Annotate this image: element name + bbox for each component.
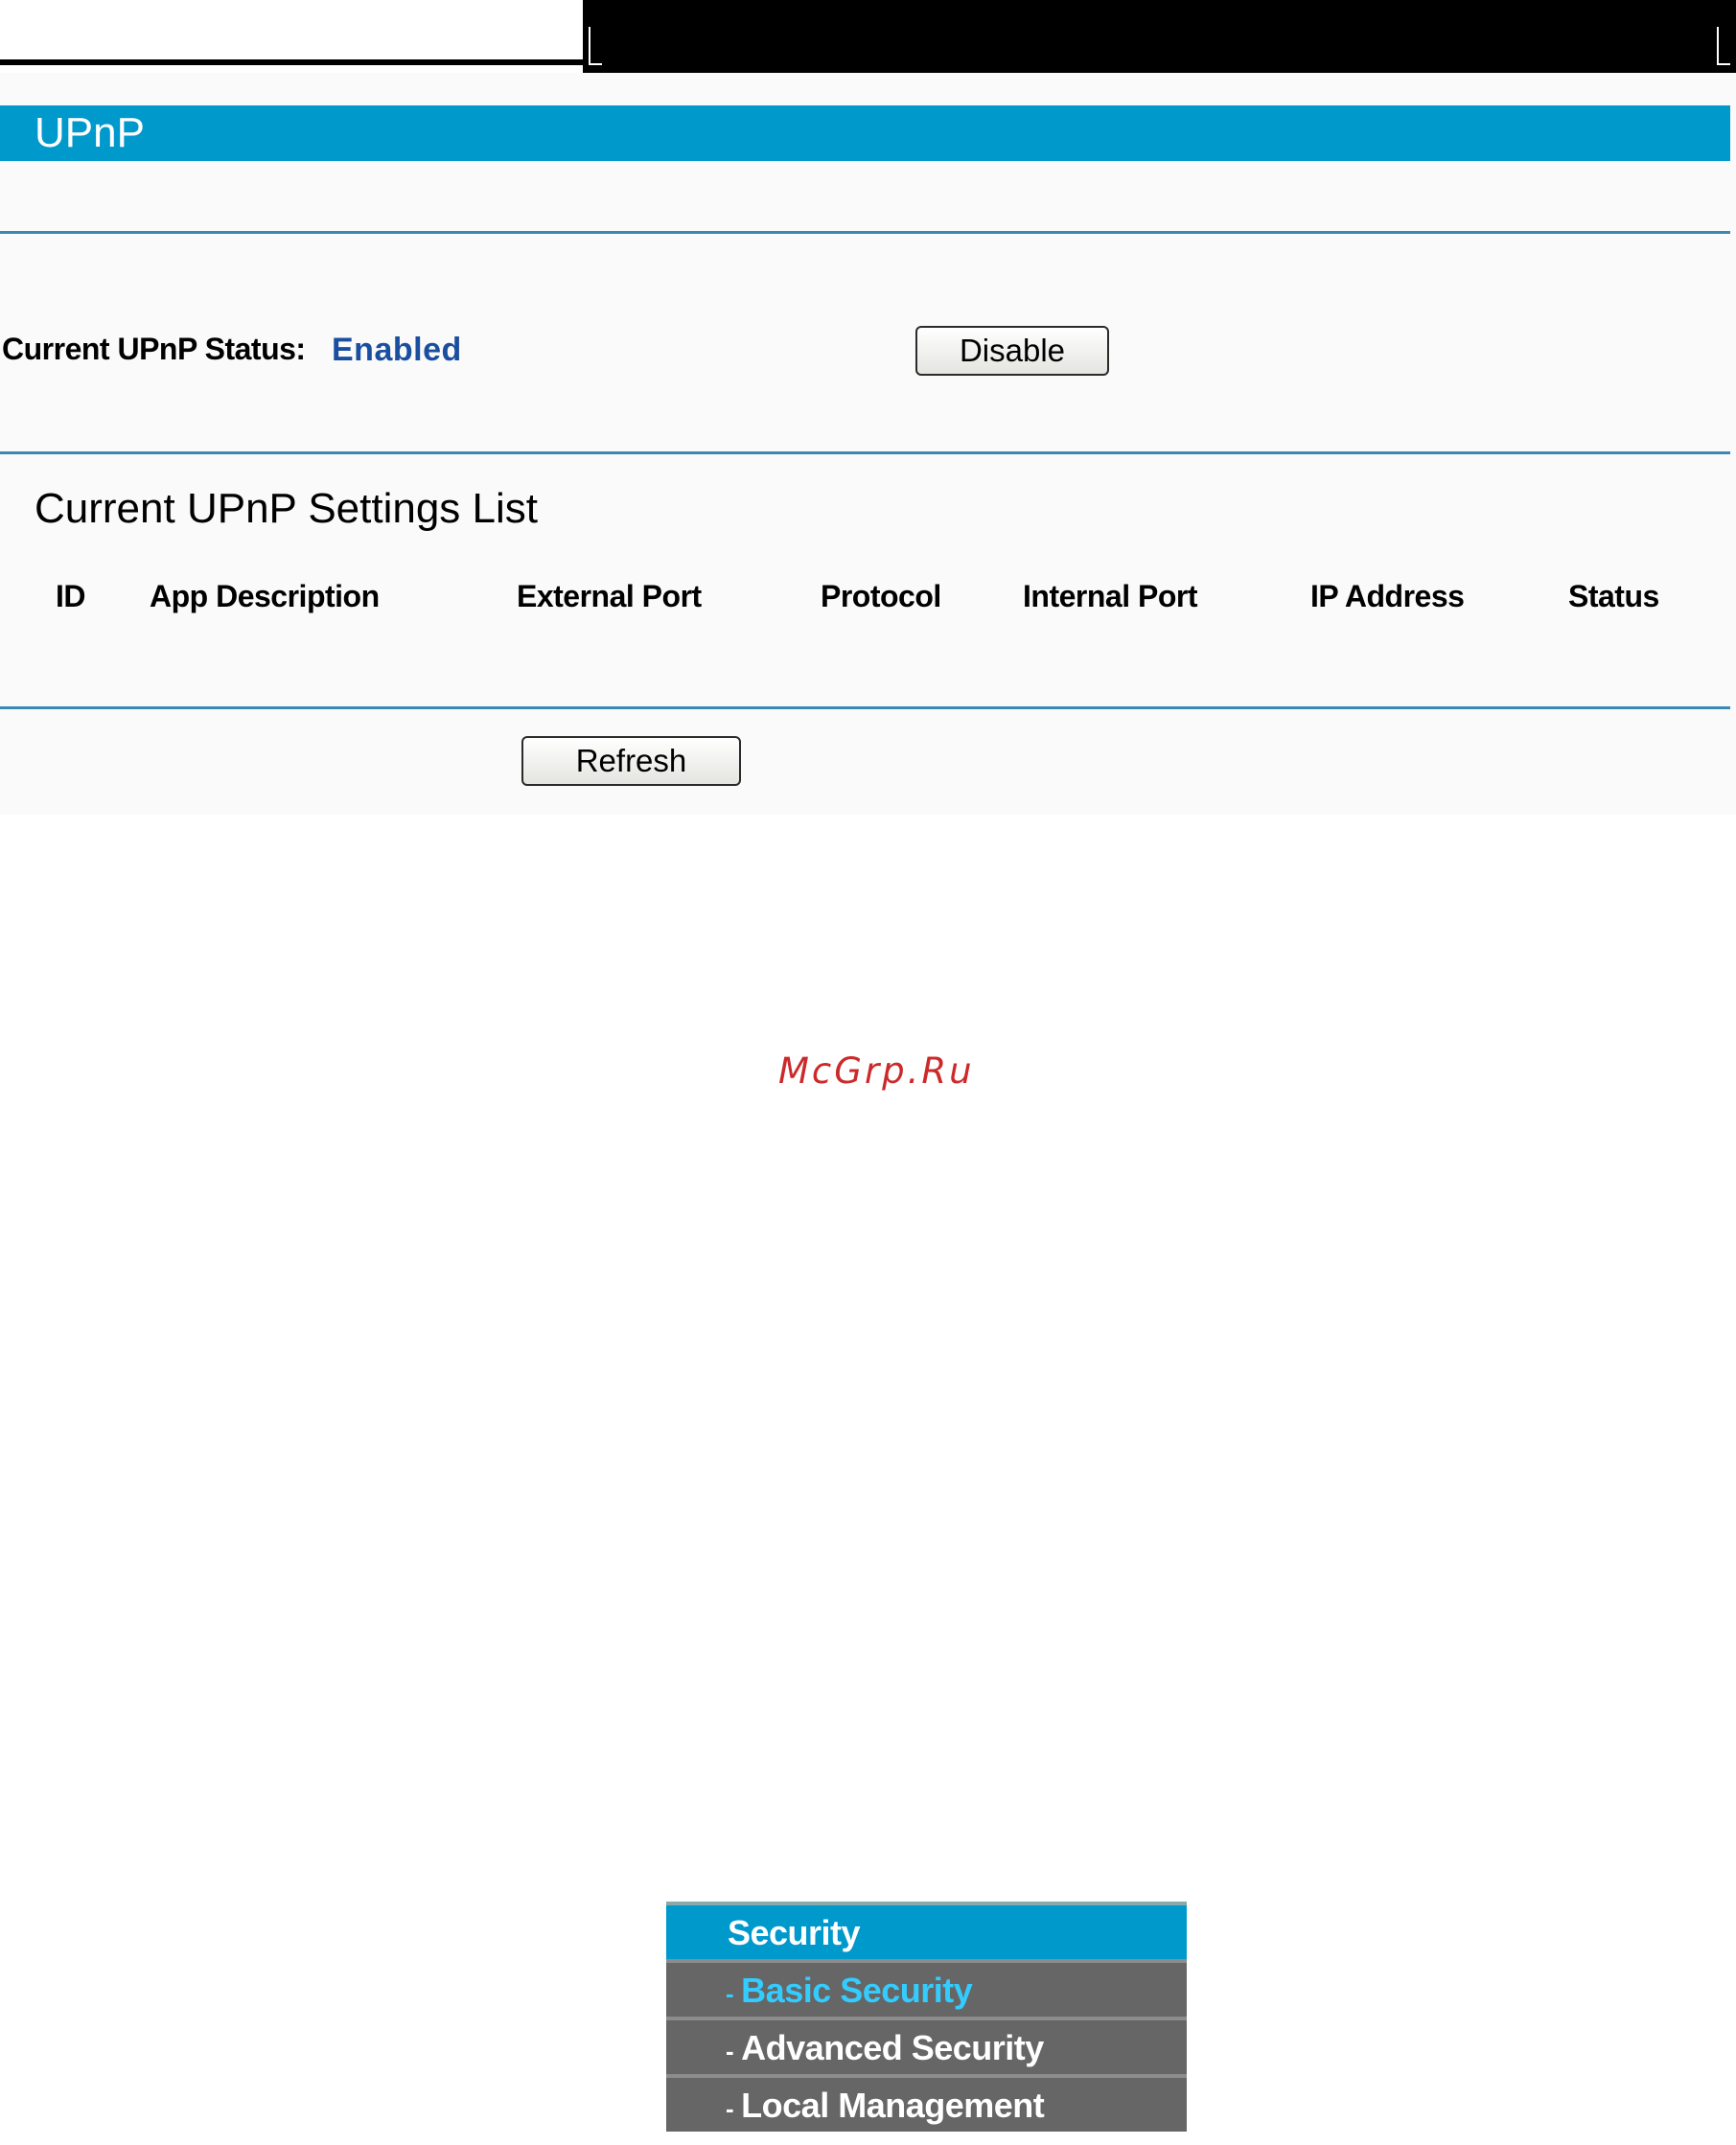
status-label: Current UPnP Status:: [2, 332, 306, 366]
menu-dash: -: [726, 2094, 734, 2123]
divider-bottom: [0, 706, 1730, 709]
refresh-button[interactable]: Refresh: [521, 736, 741, 786]
menu-item-text: - Advanced Security: [726, 2028, 1044, 2068]
page-title: UPnP: [35, 109, 145, 156]
watermark: McGrp.Ru: [778, 1050, 975, 1092]
menu-dash: -: [726, 2037, 734, 2065]
column-header-app-description: App Description: [150, 579, 380, 613]
column-header-id: ID: [56, 579, 86, 613]
divider-middle: [0, 451, 1730, 454]
menu-item-label: Local Management: [741, 2086, 1045, 2125]
menu-item-text: - Basic Security: [726, 1971, 973, 2011]
security-menu: Security - Basic Security - Advanced Secur…: [666, 1902, 1187, 2132]
upnp-panel: [0, 73, 1736, 815]
menu-header-label: Security: [728, 1913, 861, 1952]
menu-item-local-management[interactable]: - Local Management: [666, 2074, 1187, 2132]
status-value: Enabled: [332, 332, 462, 368]
header-bar: [583, 0, 1736, 73]
menu-item-text: - Local Management: [726, 2086, 1045, 2126]
column-header-protocol: Protocol: [821, 579, 941, 613]
corner-mark-left: [589, 27, 602, 65]
settings-list-title: Current UPnP Settings List: [35, 485, 538, 532]
corner-mark-right: [1717, 27, 1730, 65]
column-header-external-port: External Port: [517, 579, 702, 613]
menu-item-basic-security[interactable]: - Basic Security: [666, 1959, 1187, 2017]
divider-top: [0, 231, 1730, 234]
menu-header-security[interactable]: Security: [666, 1902, 1187, 1959]
column-header-internal-port: Internal Port: [1023, 579, 1197, 613]
menu-item-label: Basic Security: [741, 1971, 973, 2010]
menu-dash: -: [726, 1979, 734, 2008]
disable-button[interactable]: Disable: [915, 326, 1109, 376]
menu-item-label: Advanced Security: [741, 2028, 1044, 2067]
menu-item-advanced-security[interactable]: - Advanced Security: [666, 2017, 1187, 2074]
column-header-status: Status: [1568, 579, 1659, 613]
column-header-ip-address: IP Address: [1310, 579, 1465, 613]
header-left-frame: [0, 0, 583, 65]
upnp-title-bar: UPnP: [0, 105, 1730, 161]
